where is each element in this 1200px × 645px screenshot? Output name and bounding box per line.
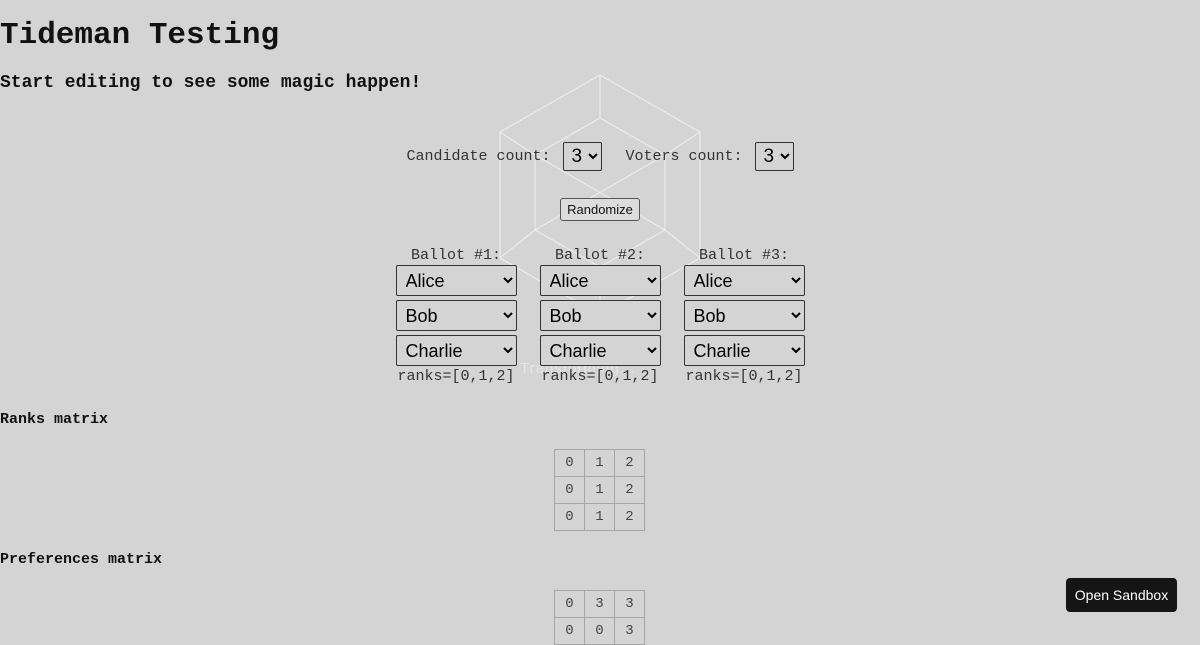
voters-count-label: Voters count: bbox=[625, 148, 743, 165]
ballot-3-choice-3[interactable]: Charlie bbox=[683, 335, 805, 366]
voters-count-select[interactable]: 3 bbox=[754, 142, 794, 171]
ballot-3-choice-2[interactable]: Bob bbox=[683, 300, 805, 331]
ballots-row: Ballot #1: Alice Bob Charlie ranks=[0,1,… bbox=[0, 247, 1200, 385]
candidate-count-select[interactable]: 3 bbox=[562, 142, 602, 171]
table-cell: 0 bbox=[554, 449, 585, 477]
ballot-1-choice-3[interactable]: Charlie bbox=[395, 335, 517, 366]
table-row: 0 1 2 bbox=[554, 503, 645, 531]
table-cell: 1 bbox=[584, 449, 615, 477]
preferences-matrix-title: Preferences matrix bbox=[0, 551, 163, 568]
table-cell: 2 bbox=[614, 503, 645, 531]
ballot-title: Ballot #1: bbox=[410, 247, 501, 264]
ranks-matrix-title: Ranks matrix bbox=[0, 411, 109, 428]
table-cell: 0 bbox=[584, 617, 615, 645]
ballot-title: Ballot #3: bbox=[698, 247, 789, 264]
candidate-count-label: Candidate count: bbox=[406, 148, 551, 165]
table-cell: 3 bbox=[584, 590, 615, 618]
table-cell: 0 bbox=[554, 617, 585, 645]
preferences-matrix-table: 0 3 3 0 0 3 bbox=[554, 590, 645, 645]
ballot-2: Ballot #2: Alice Bob Charlie ranks=[0,1,… bbox=[539, 247, 661, 385]
table-row: 0 1 2 bbox=[554, 449, 645, 477]
table-cell: 2 bbox=[614, 476, 645, 504]
randomize-button[interactable]: Randomize bbox=[560, 198, 640, 221]
table-cell: 0 bbox=[554, 476, 585, 504]
table-row: 0 0 3 bbox=[554, 617, 645, 645]
table-cell: 2 bbox=[614, 449, 645, 477]
ballot-2-choice-1[interactable]: Alice bbox=[539, 265, 661, 296]
page-subtitle: Start editing to see some magic happen! bbox=[0, 73, 422, 93]
ranks-matrix-table: 0 1 2 0 1 2 0 1 2 bbox=[554, 449, 645, 531]
table-cell: 1 bbox=[584, 476, 615, 504]
ballot-1-choice-2[interactable]: Bob bbox=[395, 300, 517, 331]
ballot-ranks: ranks=[0,1,2] bbox=[541, 368, 659, 385]
ballot-2-choice-2[interactable]: Bob bbox=[539, 300, 661, 331]
ballot-1-choice-1[interactable]: Alice bbox=[395, 265, 517, 296]
ballot-2-choice-3[interactable]: Charlie bbox=[539, 335, 661, 366]
count-controls: Candidate count: 3 Voters count: 3 bbox=[0, 142, 1200, 171]
table-cell: 3 bbox=[614, 617, 645, 645]
open-sandbox-button[interactable]: Open Sandbox bbox=[1066, 578, 1177, 612]
ballot-3: Ballot #3: Alice Bob Charlie ranks=[0,1,… bbox=[683, 247, 805, 385]
ballot-1: Ballot #1: Alice Bob Charlie ranks=[0,1,… bbox=[395, 247, 517, 385]
page-title: Tideman Testing bbox=[0, 18, 280, 53]
table-row: 0 3 3 bbox=[554, 590, 645, 618]
ballot-title: Ballot #2: bbox=[554, 247, 645, 264]
table-row: 0 1 2 bbox=[554, 476, 645, 504]
table-cell: 0 bbox=[554, 590, 585, 618]
ballot-ranks: ranks=[0,1,2] bbox=[397, 368, 515, 385]
ballot-ranks: ranks=[0,1,2] bbox=[685, 368, 803, 385]
table-cell: 3 bbox=[614, 590, 645, 618]
table-cell: 1 bbox=[584, 503, 615, 531]
ballot-3-choice-1[interactable]: Alice bbox=[683, 265, 805, 296]
table-cell: 0 bbox=[554, 503, 585, 531]
